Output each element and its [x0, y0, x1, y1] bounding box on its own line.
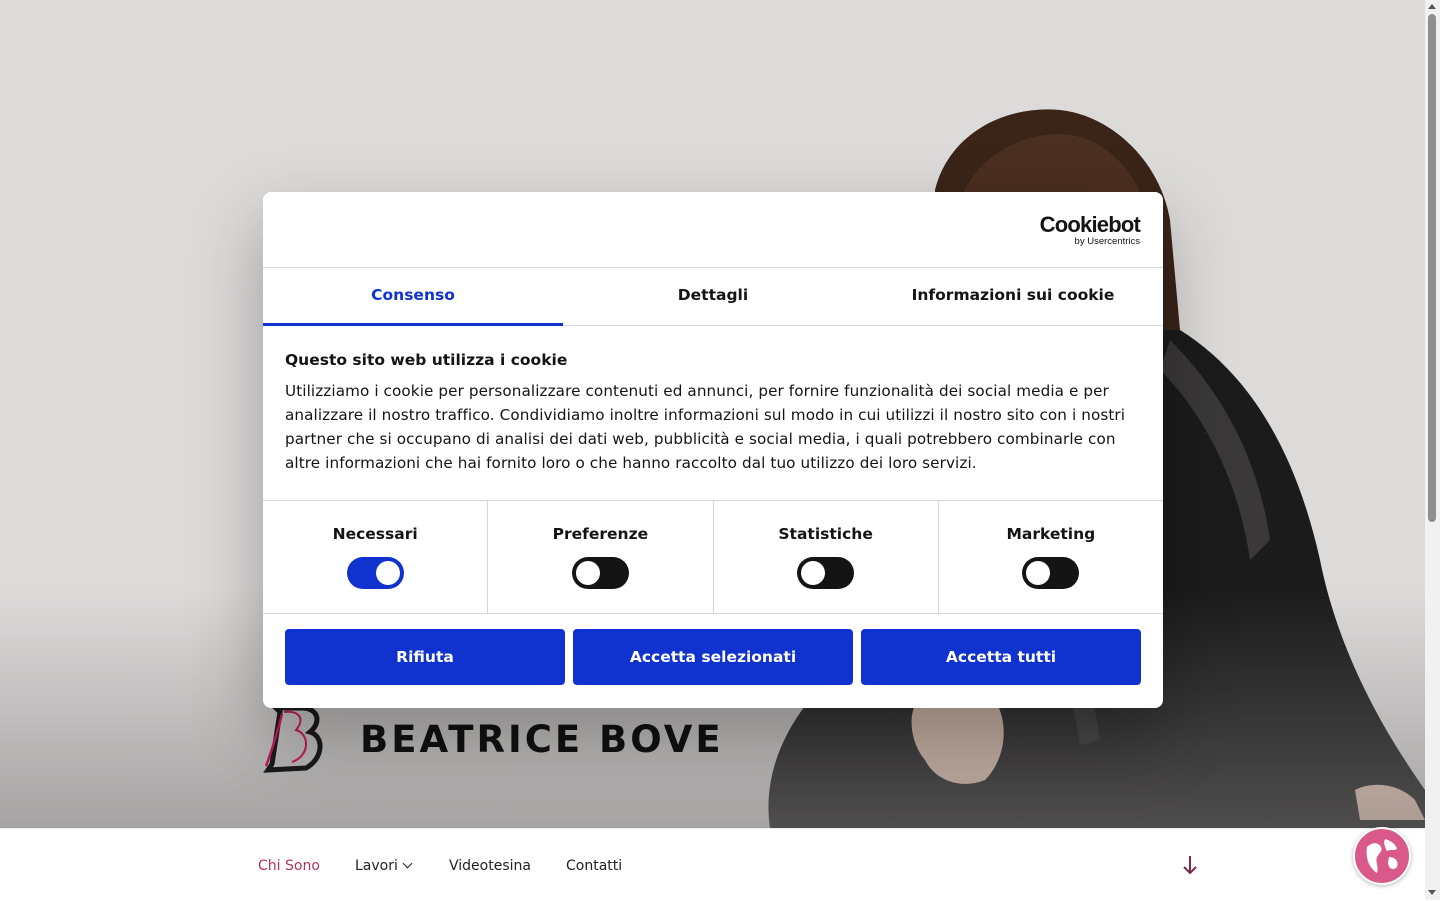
toggle-group-marketing: Marketing [939, 501, 1163, 613]
tab-informazioni[interactable]: Informazioni sui cookie [863, 268, 1163, 325]
toggle-label-necessari: Necessari [332, 525, 418, 543]
tab-dettagli[interactable]: Dettagli [563, 268, 863, 325]
cookie-consent-dialog: Cookiebot by Usercentrics Consenso Detta… [263, 192, 1163, 708]
accept-all-button[interactable]: Accetta tutti [861, 629, 1141, 685]
language-button[interactable] [1353, 827, 1411, 885]
nav-item-chi-sono[interactable]: Chi Sono [258, 858, 320, 874]
toggle-label-statistiche: Statistiche [778, 525, 873, 543]
dialog-title: Questo sito web utilizza i cookie [285, 351, 568, 369]
cookiebot-logo-sub: by Usercentrics [1074, 236, 1140, 247]
scroll-up-icon[interactable] [1428, 4, 1436, 9]
tab-consenso[interactable]: Consenso [263, 268, 563, 326]
toggle-statistiche[interactable] [797, 557, 855, 589]
toggle-group-statistiche: Statistiche [714, 501, 939, 613]
nav-item-contatti[interactable]: Contatti [566, 858, 622, 874]
cookiebot-logo-name: Cookiebot [1039, 212, 1141, 237]
toggle-label-preferenze: Preferenze [552, 525, 649, 543]
toggle-group-necessari: Necessari [263, 501, 489, 613]
toggle-knob [1026, 561, 1051, 585]
cookiebot-logo[interactable]: Cookiebot by Usercentrics [1039, 212, 1141, 248]
arrow-down-icon[interactable] [1180, 852, 1200, 878]
chevron-down-icon [402, 858, 413, 869]
toggle-marketing[interactable] [1022, 557, 1080, 589]
dialog-tabs: Consenso Dettagli Informazioni sui cooki… [263, 268, 1163, 326]
toggle-group-preferenze: Preferenze [488, 501, 714, 613]
toggle-necessari[interactable] [346, 557, 404, 589]
reject-button[interactable]: Rifiuta [285, 629, 565, 685]
toggle-knob [801, 561, 826, 585]
nav-item-videotesina[interactable]: Videotesina [449, 858, 531, 874]
dialog-header: Cookiebot by Usercentrics [263, 192, 1163, 268]
scroll-down-icon[interactable] [1428, 890, 1436, 895]
logo-icon [263, 705, 323, 773]
toggle-label-marketing: Marketing [1006, 525, 1096, 543]
toggle-preferenze[interactable] [571, 557, 629, 589]
toggle-knob [575, 561, 600, 585]
page-scrollbar[interactable] [1425, 0, 1440, 900]
toggle-knob [375, 561, 400, 585]
dialog-body: Questo sito web utilizza i cookie Utiliz… [263, 326, 1163, 501]
globe-icon [1366, 839, 1398, 873]
site-title[interactable]: BEATRICE BOVE [360, 718, 724, 761]
main-navigation: Chi Sono Lavori Videotesina Contatti [0, 828, 1425, 901]
scrollbar-thumb[interactable] [1428, 14, 1436, 522]
dialog-buttons: Rifiuta Accetta selezionati Accetta tutt… [263, 614, 1163, 700]
accept-selected-button[interactable]: Accetta selezionati [573, 629, 853, 685]
dialog-description: Utilizziamo i cookie per personalizzare … [285, 382, 1126, 472]
nav-item-lavori[interactable]: Lavori [355, 858, 413, 874]
site-brand[interactable]: BEATRICE BOVE [262, 700, 724, 778]
consent-toggles: Necessari Preferenze Statistiche Marketi… [263, 501, 1163, 614]
nav-item-label: Lavori [355, 858, 398, 874]
